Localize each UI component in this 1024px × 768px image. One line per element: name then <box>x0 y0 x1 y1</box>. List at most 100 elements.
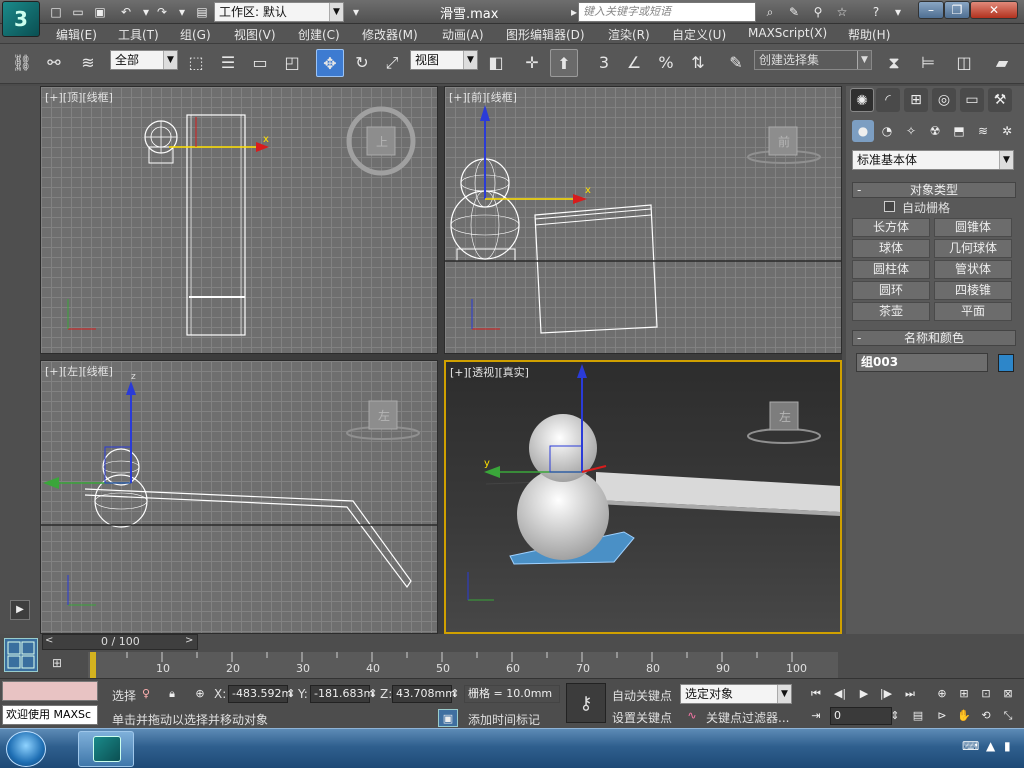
taskbar-3dsmax-button[interactable] <box>78 731 134 767</box>
maxscript-listener-pink[interactable] <box>2 681 98 701</box>
time-tag-icon[interactable]: ▣ <box>438 709 458 727</box>
play-expand-icon[interactable]: ▶ <box>10 600 30 620</box>
graphite-modeling-tools-icon[interactable]: ▰ <box>988 49 1016 77</box>
layer-manager-icon[interactable]: ◫ <box>950 49 978 77</box>
tube-button[interactable]: 管状体 <box>934 260 1012 279</box>
app-logo-button[interactable]: 3 <box>2 1 40 37</box>
cameras-icon[interactable]: ☢ <box>924 120 946 142</box>
select-object-icon[interactable]: ⬚ <box>182 49 210 77</box>
rectangular-selection-icon[interactable]: ▭ <box>246 49 274 77</box>
key-tangent-icon[interactable]: ∿ <box>682 707 702 725</box>
current-frame-input[interactable]: 0 <box>830 707 892 725</box>
named-selection-sets-dropdown[interactable]: 创建选择集 ▼ <box>754 50 872 70</box>
x-coordinate-input[interactable]: -483.592m <box>228 685 292 703</box>
go-to-start-icon[interactable]: ⏮ <box>806 685 826 703</box>
cone-button[interactable]: 圆锥体 <box>934 218 1012 237</box>
maxscript-listener-input[interactable]: 欢迎使用 MAXSc <box>2 705 98 725</box>
create-tab-icon[interactable]: ✺ <box>850 88 874 112</box>
workspace-dropdown[interactable]: 工作区: 默认 ▼ <box>214 2 344 22</box>
z-spinner-icon[interactable]: ⇕ <box>450 685 460 703</box>
close-button[interactable]: ✕ <box>970 1 1018 19</box>
select-and-move-icon[interactable]: ✥ <box>316 49 344 77</box>
set-key-button[interactable]: 设置关键点 <box>612 709 672 726</box>
menu-views[interactable]: 视图(V) <box>234 26 276 43</box>
previous-frame-icon[interactable]: ◀| <box>830 685 850 703</box>
viewport-perspective[interactable]: y [+][透视][真实] 左 <box>444 360 842 634</box>
viewport-left[interactable]: z [+][左][线框] 左 <box>40 360 438 634</box>
play-icon[interactable]: ▶ <box>854 685 874 703</box>
modify-tab-icon[interactable]: ◜ <box>876 88 900 112</box>
start-button[interactable] <box>6 731 46 767</box>
time-slider[interactable]: < 0 / 100 > <box>42 634 198 650</box>
pivot-center-icon[interactable]: ◧ <box>482 49 510 77</box>
save-file-icon[interactable]: ▣ <box>90 3 110 21</box>
selection-lock-icon[interactable]: 🔒︎ <box>162 685 182 703</box>
percent-snap-icon[interactable]: % <box>652 49 680 77</box>
add-time-tag-button[interactable]: 添加时间标记 <box>468 711 540 728</box>
viewport-front-label[interactable]: [+][前][线框] <box>449 89 517 105</box>
menu-customize[interactable]: 自定义(U) <box>672 26 726 43</box>
snaps-toggle-icon[interactable]: 3 <box>590 49 618 77</box>
viewcube-top-face[interactable]: 上 <box>376 133 388 150</box>
tray-arrow-icon[interactable]: ▲ <box>986 739 995 753</box>
viewcube-front-face[interactable]: 前 <box>778 133 790 150</box>
help-dropdown-icon[interactable]: ▾ <box>888 3 908 21</box>
isolate-selection-icon[interactable]: ♀ <box>136 685 156 703</box>
keyboard-icon[interactable]: ⌨ <box>962 739 979 753</box>
teapot-button[interactable]: 茶壶 <box>852 302 930 321</box>
shapes-icon[interactable]: ◔ <box>876 120 898 142</box>
manipulate-icon[interactable]: ✛ <box>518 49 546 77</box>
open-file-icon[interactable]: ▭ <box>68 3 88 21</box>
viewport-top[interactable]: x [+][顶][线框] 上 <box>40 86 438 354</box>
time-configuration-icon[interactable]: ▤ <box>908 707 928 725</box>
edit-named-selection-icon[interactable]: ✎ <box>722 49 750 77</box>
menu-create[interactable]: 创建(C) <box>298 26 340 43</box>
menu-rendering[interactable]: 渲染(R) <box>608 26 650 43</box>
zoom-extents-icon[interactable]: ⊡ <box>976 685 996 703</box>
undo-icon[interactable]: ↶ <box>116 3 136 21</box>
auto-key-button[interactable]: 自动关键点 <box>612 687 672 704</box>
zoom-icon[interactable]: ⊕ <box>932 685 952 703</box>
motion-tab-icon[interactable]: ◎ <box>932 88 956 112</box>
viewport-left-label[interactable]: [+][左][线框] <box>45 363 113 379</box>
select-by-name-icon[interactable]: ☰ <box>214 49 242 77</box>
object-name-input[interactable]: 组003 <box>856 353 988 372</box>
menu-edit[interactable]: 编辑(E) <box>56 26 97 43</box>
quick-access-dropdown-icon[interactable]: ▾ <box>346 3 366 21</box>
help-icon[interactable]: ? <box>866 3 886 21</box>
menu-maxscript[interactable]: MAXScript(X) <box>748 26 827 40</box>
box-button[interactable]: 长方体 <box>852 218 930 237</box>
geosphere-button[interactable]: 几何球体 <box>934 239 1012 258</box>
z-coordinate-input[interactable]: 43.708mm <box>392 685 456 703</box>
key-mode-dropdown[interactable]: 选定对象 ▼ <box>680 684 792 704</box>
zoom-all-icon[interactable]: ⊞ <box>954 685 974 703</box>
utilities-tab-icon[interactable]: ⚒ <box>988 88 1012 112</box>
viewport-layout-icon[interactable] <box>4 638 38 672</box>
track-bar-toggle-icon[interactable]: ⊞ <box>52 656 70 672</box>
frame-spinner-icon[interactable]: ⇕ <box>890 707 900 725</box>
selection-filter-dropdown[interactable]: 全部 ▼ <box>110 50 178 70</box>
viewcube-left-face[interactable]: 左 <box>378 407 390 424</box>
absolute-mode-icon[interactable]: ⊕ <box>190 685 210 703</box>
spinner-snap-icon[interactable]: ⇅ <box>684 49 712 77</box>
viewcube-persp-face[interactable]: 左 <box>779 408 791 425</box>
subscription-icon[interactable]: ✎ <box>784 3 804 21</box>
viewport-front[interactable]: x [+][前][线框] 前 <box>444 86 842 354</box>
keyboard-shortcut-override-icon[interactable]: ⬆ <box>550 49 578 77</box>
menu-help[interactable]: 帮助(H) <box>848 26 890 43</box>
helpers-icon[interactable]: ⬒ <box>948 120 970 142</box>
menu-graph-editors[interactable]: 图形编辑器(D) <box>506 26 585 43</box>
hierarchy-tab-icon[interactable]: ⊞ <box>904 88 928 112</box>
object-type-rollout-header[interactable]: - 对象类型 <box>852 182 1016 198</box>
restore-button[interactable]: ❐ <box>944 1 970 19</box>
unlink-selection-icon[interactable]: ⚯ <box>40 49 68 77</box>
network-icon[interactable]: ▮ <box>1004 739 1011 753</box>
favorites-star-icon[interactable]: ☆ <box>832 3 852 21</box>
mirror-icon[interactable]: ⧗ <box>880 49 908 77</box>
object-category-dropdown[interactable]: 标准基本体 ▼ <box>852 150 1014 170</box>
track-bar[interactable]: 10 20 30 40 50 60 70 80 90 100 <box>88 652 838 678</box>
lights-icon[interactable]: ✧ <box>900 120 922 142</box>
field-of-view-icon[interactable]: ⊳ <box>932 707 952 725</box>
go-to-end-icon[interactable]: ⏭ <box>900 685 920 703</box>
angle-snap-icon[interactable]: ∠ <box>620 49 648 77</box>
